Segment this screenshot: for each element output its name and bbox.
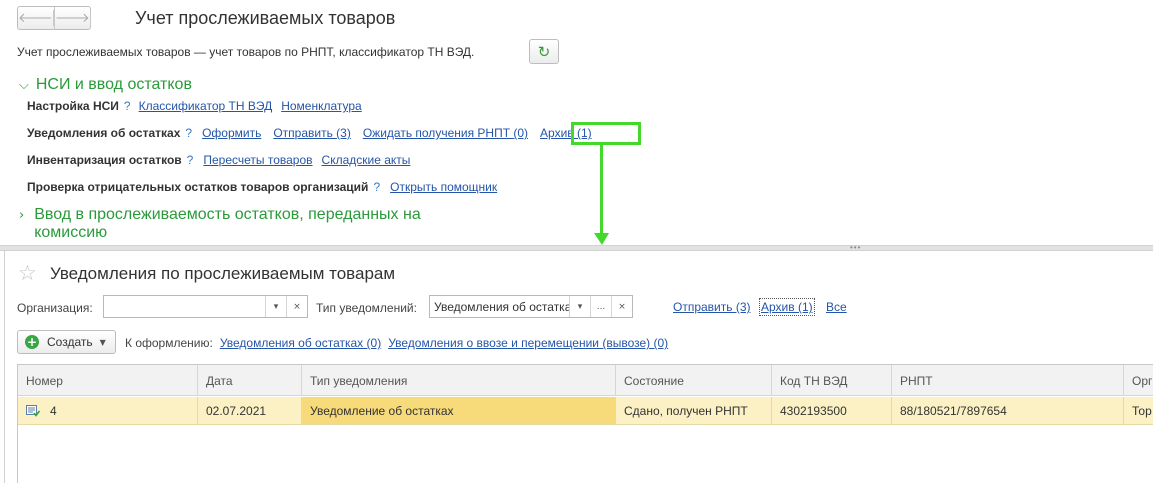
row-label: Настройка НСИ: [27, 99, 119, 113]
cell-org[interactable]: Тор: [1124, 397, 1153, 424]
help-icon[interactable]: ?: [124, 99, 131, 113]
col-number[interactable]: Номер: [18, 365, 198, 395]
col-tnved[interactable]: Код ТН ВЭД: [772, 365, 892, 395]
col-org[interactable]: Орг: [1124, 365, 1153, 395]
cell-date[interactable]: 02.07.2021: [198, 397, 302, 424]
cell-number-text: 4: [50, 404, 57, 418]
forward-button[interactable]: 🡒: [55, 7, 91, 29]
list-link-send[interactable]: Отправить (3): [673, 300, 751, 314]
help-icon[interactable]: ?: [187, 153, 194, 167]
table-header: Номер Дата Тип уведомления Состояние Код…: [18, 365, 1153, 396]
cell-rnpt[interactable]: 88/180521/7897654: [892, 397, 1124, 424]
type-filter-field[interactable]: Уведомления об остатках ▾ ... ×: [429, 295, 633, 318]
top-panel: 🡐 🡒 Учет прослеживаемых товаров Учет про…: [0, 0, 1153, 245]
refresh-icon: ↻: [537, 42, 551, 61]
document-icon: [26, 405, 40, 417]
highlight-archive-box: [571, 122, 641, 145]
link-issue[interactable]: Оформить: [202, 126, 261, 140]
row-label: Инвентаризация остатков: [27, 153, 182, 167]
todo-bar: К оформлению: Уведомления об остатках (0…: [125, 336, 668, 350]
annotation-arrow: [600, 145, 603, 235]
chevron-right-icon: ›: [19, 208, 25, 223]
col-type[interactable]: Тип уведомления: [302, 365, 616, 395]
history-nav: 🡐 🡒: [17, 6, 91, 30]
plus-icon: +: [25, 335, 39, 349]
page-title: Учет прослеживаемых товаров: [135, 8, 396, 28]
todo-link-import[interactable]: Уведомления о ввозе и перемещении (вывоз…: [388, 336, 668, 350]
row-negative-check: Проверка отрицательных остатков товаров …: [27, 180, 497, 194]
todo-label: К оформлению:: [125, 336, 213, 350]
group-commission-title: Ввод в прослеживаемость остатков, переда…: [34, 206, 421, 241]
link-nomenclature[interactable]: Номенклатура: [281, 99, 362, 113]
chevron-down-icon: ▼: [99, 337, 106, 347]
row-stock-notifications: Уведомления об остатках ? Оформить Отпра…: [27, 126, 592, 140]
row-inventory: Инвентаризация остатков ? Пересчеты това…: [27, 153, 410, 167]
clear-icon[interactable]: ×: [286, 296, 307, 317]
chevron-down-icon: ⌵: [19, 78, 29, 93]
row-nsi-settings: Настройка НСИ ? Классификатор ТН ВЭД Ном…: [27, 99, 362, 113]
refresh-button[interactable]: ↻: [529, 39, 559, 64]
link-warehouse-acts[interactable]: Складские акты: [322, 153, 411, 167]
list-link-archive[interactable]: Архив (1): [759, 298, 815, 316]
col-status[interactable]: Состояние: [616, 365, 772, 395]
help-icon[interactable]: ?: [185, 126, 192, 140]
notifications-table: Номер Дата Тип уведомления Состояние Код…: [17, 364, 1153, 483]
link-tnved-classifier[interactable]: Классификатор ТН ВЭД: [139, 99, 273, 113]
splitter-grip-icon: •••: [850, 243, 862, 252]
col-date[interactable]: Дата: [198, 365, 302, 395]
group-nsi-title: НСИ и ввод остатков: [35, 76, 192, 93]
favorite-star-icon[interactable]: ☆: [18, 261, 37, 285]
dropdown-icon[interactable]: ▾: [265, 296, 286, 317]
create-label: Создать: [47, 335, 93, 349]
table-row[interactable]: 4 02.07.2021 Уведомление об остатках Сда…: [18, 397, 1153, 425]
org-filter-label: Организация:: [17, 301, 93, 315]
clear-icon[interactable]: ×: [611, 296, 632, 317]
link-recounts[interactable]: Пересчеты товаров: [203, 153, 312, 167]
page-subtitle: Учет прослеживаемых товаров — учет товар…: [17, 45, 475, 59]
row-label: Проверка отрицательных остатков товаров …: [27, 180, 369, 194]
arrow-right-icon: 🡒: [54, 10, 91, 26]
list-link-all[interactable]: Все: [826, 300, 847, 314]
todo-link-stock[interactable]: Уведомления об остатках (0): [220, 336, 381, 350]
row-label: Уведомления об остатках: [27, 126, 181, 140]
list-title: Уведомления по прослеживаемым товарам: [50, 264, 396, 283]
cell-type[interactable]: Уведомление об остатках: [302, 397, 616, 424]
arrow-down-icon: [594, 233, 609, 245]
create-button[interactable]: + Создать ▼: [17, 330, 116, 354]
group-commission-header[interactable]: › Ввод в прослеживаемость остатков, пере…: [19, 206, 439, 242]
group-nsi-header[interactable]: ⌵ НСИ и ввод остатков: [19, 76, 192, 94]
more-icon[interactable]: ...: [590, 296, 611, 317]
panel-splitter[interactable]: •••: [0, 243, 1153, 252]
cell-status[interactable]: Сдано, получен РНПТ: [616, 397, 772, 424]
link-await-rnpt[interactable]: Ожидать получения РНПТ (0): [363, 126, 528, 140]
org-filter-input[interactable]: [104, 296, 265, 317]
cell-tnved[interactable]: 4302193500: [772, 397, 892, 424]
link-open-assistant[interactable]: Открыть помощник: [390, 180, 497, 194]
link-send[interactable]: Отправить (3): [273, 126, 351, 140]
dropdown-icon[interactable]: ▾: [569, 296, 590, 317]
type-filter-label: Тип уведомлений:: [316, 301, 417, 315]
cell-number[interactable]: 4: [18, 397, 198, 424]
arrow-left-icon: 🡐: [18, 10, 54, 26]
type-filter-input[interactable]: Уведомления об остатках: [430, 296, 569, 317]
back-button[interactable]: 🡐: [18, 7, 55, 29]
help-icon[interactable]: ?: [373, 180, 380, 194]
org-filter-field[interactable]: ▾ ×: [103, 295, 308, 318]
col-rnpt[interactable]: РНПТ: [892, 365, 1124, 395]
